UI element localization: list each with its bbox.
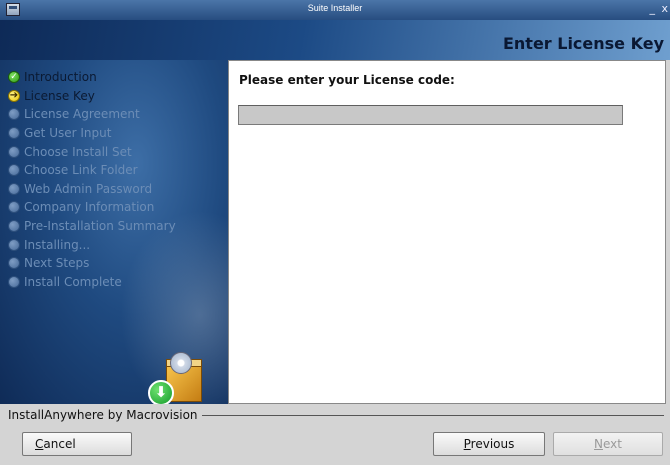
pending-dot-icon [8,145,20,158]
arrow-right-icon: ➔ [8,89,20,102]
pending-dot-icon [8,182,20,195]
content-panel: Please enter your License code: [228,60,666,404]
previous-label: revious [470,437,515,451]
pending-dot-icon [8,201,20,214]
step-label: Choose Install Set [24,144,132,159]
step-label: Choose Link Folder [24,163,138,178]
cancel-label: ancel [43,437,76,451]
pending-dot-icon [8,127,20,140]
close-button[interactable]: x [661,2,668,16]
previous-mnemonic: P [463,437,471,451]
title-bar[interactable]: Suite Installer _ x [0,0,670,20]
step-title: Enter License Key [502,34,664,53]
download-arrow-icon: ⬇ [148,380,174,404]
step-label: License Key [24,88,95,103]
step-item: Install Complete [8,273,176,292]
checkmark-icon: ✓ [8,71,20,84]
next-button[interactable]: Next [553,432,663,456]
step-label: Install Complete [24,274,122,289]
license-prompt: Please enter your License code: [239,73,455,87]
step-label: Installing... [24,237,91,252]
step-label: License Agreement [24,107,140,122]
step-item: Installing... [8,235,176,254]
pending-dot-icon [8,220,20,233]
pending-dot-icon [8,164,20,177]
step-label: Web Admin Password [24,181,153,196]
step-item: ✓ Introduction [8,68,176,87]
step-item: Choose Install Set [8,142,176,161]
step-label: Introduction [24,70,97,85]
previous-button[interactable]: Previous [433,432,545,456]
pending-dot-icon [8,238,20,251]
step-item: Pre-Installation Summary [8,217,176,236]
cancel-button[interactable]: Cancel [22,432,132,456]
step-label: Pre-Installation Summary [24,219,176,234]
installer-box-icon: ⬇ [148,352,208,404]
window-title: Suite Installer [307,3,363,13]
vendor-label: InstallAnywhere by Macrovision [8,408,202,422]
step-item: Next Steps [8,254,176,273]
step-item: License Agreement [8,105,176,124]
next-label: ext [603,437,622,451]
step-label: Next Steps [24,256,90,271]
pending-dot-icon [8,257,20,270]
step-item: Get User Input [8,124,176,143]
step-item: Web Admin Password [8,180,176,199]
license-code-input[interactable] [238,105,623,125]
next-mnemonic: N [594,437,603,451]
pending-dot-icon [8,108,20,121]
step-item: Choose Link Folder [8,161,176,180]
step-label: Company Information [24,200,155,215]
step-item: Company Information [8,198,176,217]
installer-window: Suite Installer _ x Enter License Key ✓ I… [0,0,670,465]
steps-sidebar: ✓ Introduction ➔ License Key License Agreeme… [0,60,228,404]
cd-disc-icon [170,352,192,374]
steps-list: ✓ Introduction ➔ License Key License Agreeme… [8,68,176,291]
minimize-button[interactable]: _ [650,2,656,16]
header-banner: Enter License Key [0,20,670,60]
step-label: Get User Input [24,126,112,141]
step-item: ➔ License Key [8,87,176,106]
pending-dot-icon [8,275,20,288]
